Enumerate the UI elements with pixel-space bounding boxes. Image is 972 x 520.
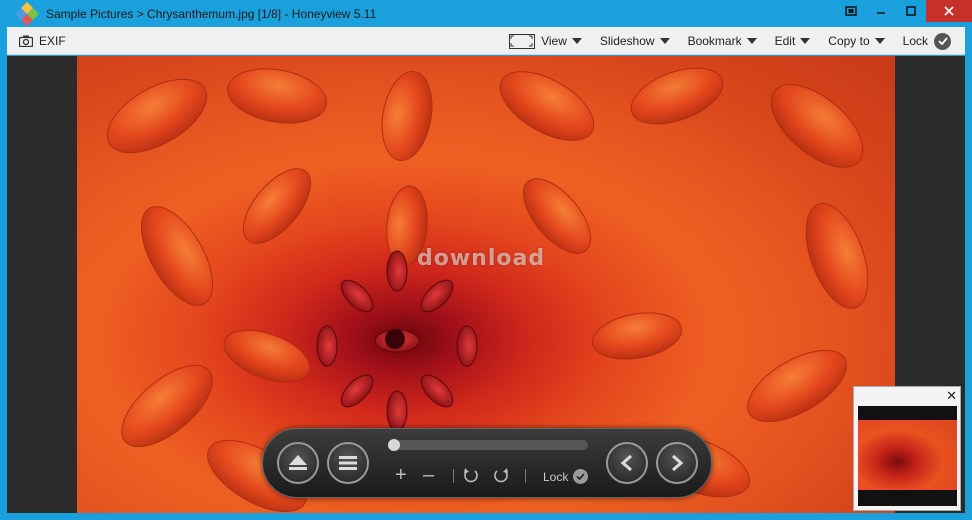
navigator-panel[interactable]: ✕ — [853, 386, 961, 511]
minimize-icon — [877, 12, 885, 14]
navigator-thumbnail[interactable] — [858, 406, 957, 506]
next-button[interactable] — [656, 442, 698, 484]
exif-label: EXIF — [39, 33, 66, 48]
camera-icon — [19, 35, 33, 47]
separator — [453, 469, 454, 483]
watermark-text: download — [417, 246, 546, 271]
rotate-right-icon[interactable] — [493, 467, 509, 487]
honeyview-logo-icon — [14, 1, 40, 27]
bookmark-label: Bookmark — [687, 34, 742, 48]
copy-to-menu[interactable]: Copy to — [828, 34, 885, 48]
view-label: View — [541, 34, 567, 48]
chevron-right-icon — [672, 454, 684, 472]
controller-lock-label: Lock — [543, 469, 569, 484]
controller-lock-toggle[interactable]: Lock — [543, 469, 589, 484]
bookmark-menu[interactable]: Bookmark — [688, 34, 757, 48]
edit-label: Edit — [774, 34, 796, 48]
chevron-down-icon — [659, 38, 670, 44]
close-icon[interactable]: ✕ — [946, 388, 957, 404]
seek-thumb[interactable] — [388, 439, 400, 451]
previous-button[interactable] — [606, 442, 648, 484]
eject-button[interactable] — [277, 442, 319, 484]
separator — [525, 469, 526, 483]
close-button[interactable] — [926, 0, 972, 22]
title-bar[interactable]: Sample Pictures > Chrysanthemum.jpg [1/8… — [0, 0, 972, 27]
slideshow-menu[interactable]: Slideshow — [600, 34, 670, 48]
eject-icon — [289, 455, 307, 470]
chevron-left-icon — [620, 454, 632, 472]
exif-button[interactable]: EXIF — [19, 34, 66, 48]
minimize-button[interactable] — [866, 0, 896, 22]
chevron-down-icon — [874, 38, 885, 44]
app-window: Sample Pictures > Chrysanthemum.jpg [1/8… — [0, 0, 972, 520]
image-viewer[interactable]: download + – Lock ✕ — [7, 56, 965, 513]
zoom-in-icon[interactable]: + — [395, 465, 407, 485]
edit-menu[interactable]: Edit — [775, 34, 811, 48]
toolbar-menus: View Slideshow Bookmark Edit Copy to Loc… — [491, 27, 951, 55]
window-controls — [836, 0, 972, 22]
menu-button[interactable] — [327, 442, 369, 484]
chevron-down-icon — [571, 38, 582, 44]
menu-icon — [339, 456, 357, 470]
maximize-button[interactable] — [896, 0, 926, 22]
toolbar: EXIF View Slideshow Bookmark Edit Copy t… — [7, 27, 965, 55]
fullscreen-icon — [845, 6, 857, 16]
seek-slider[interactable] — [388, 439, 588, 451]
maximize-icon — [906, 6, 916, 16]
view-menu[interactable]: View — [509, 33, 582, 49]
copy-to-label: Copy to — [828, 34, 870, 48]
close-icon — [944, 6, 954, 16]
view-frame-icon — [509, 33, 536, 49]
fullscreen-button[interactable] — [836, 0, 866, 22]
playback-controller: + – Lock — [262, 428, 712, 498]
rotate-left-icon[interactable] — [463, 467, 479, 487]
navigator-image — [858, 420, 957, 490]
check-circle-icon — [573, 469, 589, 484]
zoom-out-icon[interactable]: – — [423, 465, 434, 485]
window-title: Sample Pictures > Chrysanthemum.jpg [1/8… — [46, 6, 377, 21]
chevron-down-icon — [800, 38, 811, 44]
check-circle-icon — [934, 32, 951, 50]
slideshow-label: Slideshow — [599, 34, 655, 48]
lock-toggle[interactable]: Lock — [902, 32, 951, 50]
lock-label: Lock — [902, 34, 928, 48]
chevron-down-icon — [746, 38, 757, 44]
